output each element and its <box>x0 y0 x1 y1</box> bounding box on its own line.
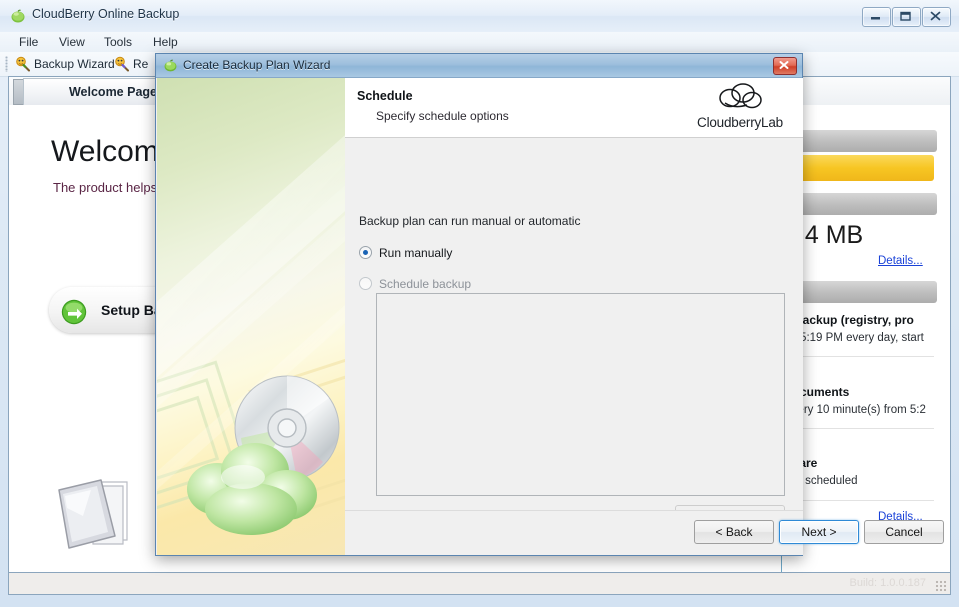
cloudberry-logo-icon <box>10 8 26 24</box>
schedule-hint-text: Backup plan can run manual or automatic <box>359 214 581 228</box>
menu-view[interactable]: View <box>52 34 92 50</box>
wizard-wand-icon <box>113 56 129 72</box>
window-titlebar: CloudBerry Online Backup <box>0 0 959 33</box>
dashboard-panel: 7.4 MB esh Details... s Backup (registry… <box>781 130 950 572</box>
menu-bar: File View Tools Help <box>0 32 959 52</box>
build-version-label: Build: 1.0.0.187 <box>849 577 926 589</box>
green-arrow-right-icon <box>61 297 87 325</box>
plan-1-title: s Backup (registry, pro <box>784 313 914 327</box>
brand-name: CloudberryLab <box>697 115 783 130</box>
wizard-header: Schedule Specify schedule options Cloudb… <box>345 78 803 138</box>
backup-wizard-button[interactable]: Backup Wizard <box>14 54 115 74</box>
menu-help[interactable]: Help <box>146 34 185 50</box>
toolbar-grip[interactable] <box>5 56 8 72</box>
back-button[interactable]: < Back <box>694 520 774 544</box>
close-button[interactable] <box>922 7 951 27</box>
plan-divider <box>782 500 934 501</box>
wizard-sidebar-artwork <box>157 78 345 555</box>
cloud-outline-icon <box>712 83 768 116</box>
resize-grip[interactable] <box>935 580 947 592</box>
wizard-footer: < Back Next > Cancel <box>345 510 944 555</box>
radio-unselected-icon <box>359 277 372 290</box>
create-backup-plan-wizard-dialog: Create Backup Plan Wizard Schedule Speci… <box>155 53 944 556</box>
cloudberry-logo-icon <box>163 58 178 73</box>
plan-divider <box>782 428 934 429</box>
dialog-titlebar: Create Backup Plan Wizard <box>156 54 802 78</box>
storage-section-header <box>782 193 937 215</box>
folder-documents-icon <box>39 460 149 560</box>
window-title: CloudBerry Online Backup <box>32 7 180 21</box>
main-window: CloudBerry Online Backup File View Tools… <box>0 0 959 607</box>
plans-section-header <box>782 281 937 303</box>
radio-schedule-backup-label: Schedule backup <box>379 277 472 291</box>
schedule-options-panel <box>376 293 785 496</box>
radio-selected-icon <box>359 246 372 259</box>
panel-header-bar-top <box>782 130 937 152</box>
backup-wizard-label: Backup Wizard <box>34 57 115 71</box>
page-subtitle: The product helps <box>53 180 158 195</box>
alert-bar <box>782 155 934 181</box>
wizard-body: Backup plan can run manual or automatic … <box>345 138 803 528</box>
wizard-step-title: Schedule <box>357 89 413 103</box>
wizard-wand-icon <box>14 56 30 72</box>
radio-schedule-backup[interactable]: Schedule backup <box>359 276 471 292</box>
menu-file[interactable]: File <box>12 34 45 50</box>
maximize-button[interactable] <box>892 7 921 27</box>
dialog-title: Create Backup Plan Wizard <box>183 58 331 72</box>
next-button[interactable]: Next > <box>779 520 859 544</box>
plan-1-schedule: At 5:19 PM every day, start <box>786 332 924 344</box>
minimize-button[interactable] <box>862 7 891 27</box>
cancel-button[interactable]: Cancel <box>864 520 944 544</box>
restore-wizard-label: Re <box>133 57 149 71</box>
status-bar: Build: 1.0.0.187 <box>8 573 951 595</box>
wizard-step-subtitle: Specify schedule options <box>376 109 509 123</box>
storage-details-link[interactable]: Details... <box>878 255 923 267</box>
setup-backup-label: Setup Ba <box>101 302 162 318</box>
restore-wizard-button[interactable]: Re <box>113 54 148 74</box>
brand-logo: CloudberryLab <box>685 82 795 130</box>
plan-divider <box>782 356 934 357</box>
radio-run-manually[interactable]: Run manually <box>359 245 452 261</box>
dialog-close-button[interactable] <box>773 57 797 75</box>
plan-2-schedule: Every 10 minute(s) from 5:2 <box>784 404 926 416</box>
menu-tools[interactable]: Tools <box>97 34 139 50</box>
radio-run-manually-label: Run manually <box>379 246 453 260</box>
